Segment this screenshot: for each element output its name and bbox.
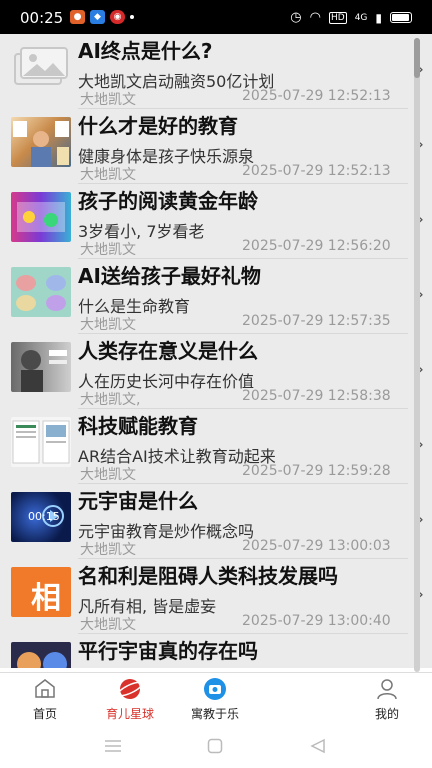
list-item[interactable]: 平行宇宙真的存在吗 bbox=[0, 634, 408, 668]
article-title: 平行宇宙真的存在吗 bbox=[78, 639, 258, 663]
tab-parenting-planet[interactable]: 育儿星球 bbox=[85, 673, 175, 725]
article-author: 大地凯文, bbox=[80, 392, 141, 408]
tab-mine[interactable]: 我的 bbox=[342, 673, 432, 725]
article-author: 大地凯文 bbox=[80, 317, 136, 333]
article-date: 2025-07-29 13:00:03 bbox=[242, 538, 391, 554]
user-icon bbox=[375, 677, 399, 705]
article-author: 大地凯文 bbox=[80, 92, 136, 108]
article-date: 2025-07-29 12:52:13 bbox=[242, 88, 391, 104]
more-notifications-dot bbox=[130, 15, 134, 19]
article-list[interactable]: AI终点是什么? 大地凯文启动融资50亿计划 大地凯文 2025-07-29 1… bbox=[0, 34, 432, 668]
app-notification-icon: ● bbox=[70, 10, 85, 24]
list-item[interactable]: 什么才是好的教育 健康身体是孩子快乐源泉 大地凯文 2025-07-29 12:… bbox=[0, 109, 424, 184]
tab-label: 寓教于乐 bbox=[190, 707, 239, 721]
status-time: 00:25 bbox=[20, 9, 64, 27]
article-thumbnail bbox=[11, 417, 71, 467]
article-thumbnail: 相 bbox=[11, 567, 71, 617]
wifi-icon: ◠ bbox=[309, 10, 321, 25]
list-item[interactable]: 00:15 元宇宙是什么 元宇宙教育是炒作概念吗 大地凯文 2025-07-29… bbox=[0, 484, 424, 559]
menu-icon[interactable] bbox=[104, 738, 122, 757]
tab-label: 育儿星球 bbox=[105, 707, 154, 721]
article-date: 2025-07-29 12:57:35 bbox=[242, 313, 391, 329]
article-thumbnail bbox=[11, 117, 71, 167]
signal-icon: ▮ bbox=[375, 10, 382, 25]
video-thumbnail: 00:15 bbox=[11, 492, 71, 542]
placeholder-image-icon bbox=[11, 42, 71, 92]
list-item[interactable]: 相 名和利是阻碍人类科技发展吗 凡所有相, 皆是虚妄 大地凯文 2025-07-… bbox=[0, 559, 424, 634]
article-author: 大地凯文 bbox=[80, 167, 136, 183]
tab-label: 我的 bbox=[374, 707, 399, 721]
list-item[interactable]: AI送给孩子最好礼物 什么是生命教育 大地凯文 2025-07-29 12:57… bbox=[0, 259, 424, 334]
article-author: 大地凯文 bbox=[80, 617, 136, 633]
article-title: 什么才是好的教育 bbox=[78, 114, 238, 138]
notification-icons: ● ◆ ◉ bbox=[70, 10, 134, 24]
article-thumbnail bbox=[11, 342, 71, 392]
list-item[interactable]: 人类存在意义是什么 人在历史长河中存在价值 大地凯文, 2025-07-29 1… bbox=[0, 334, 424, 409]
tab-edutainment[interactable]: 寓教于乐 bbox=[170, 673, 260, 725]
scrollbar-track[interactable] bbox=[414, 38, 420, 672]
article-title: 孩子的阅读黄金年龄 bbox=[78, 189, 258, 213]
camera-icon bbox=[203, 677, 227, 705]
list-item[interactable]: AI终点是什么? 大地凯文启动融资50亿计划 大地凯文 2025-07-29 1… bbox=[0, 34, 424, 109]
article-date: 2025-07-29 12:52:13 bbox=[242, 163, 391, 179]
article-title: AI送给孩子最好礼物 bbox=[78, 264, 261, 288]
list-item[interactable]: 孩子的阅读黄金年龄 3岁看小, 7岁看老 大地凯文 2025-07-29 12:… bbox=[0, 184, 424, 259]
scrollbar-thumb[interactable] bbox=[414, 38, 420, 78]
article-author: 大地凯文 bbox=[80, 467, 136, 483]
article-thumbnail bbox=[11, 642, 71, 668]
system-nav-bar bbox=[0, 724, 432, 768]
article-thumbnail bbox=[11, 267, 71, 317]
battery-icon bbox=[390, 12, 412, 23]
alarm-icon: ◷ bbox=[290, 10, 302, 25]
video-duration: 00:15 bbox=[28, 510, 60, 523]
article-date: 2025-07-29 12:58:38 bbox=[242, 388, 391, 404]
article-date: 2025-07-29 13:00:40 bbox=[242, 613, 391, 629]
calligraphy-char: 相 bbox=[31, 581, 61, 616]
status-bar: 00:25 ● ◆ ◉ ◷ ◠ HD 4G ▮ bbox=[0, 0, 432, 34]
planet-icon bbox=[117, 677, 143, 705]
network-4g-label: 4G bbox=[354, 12, 368, 23]
article-author: 大地凯文 bbox=[80, 542, 136, 558]
hd-badge: HD bbox=[328, 11, 347, 24]
article-title: 元宇宙是什么 bbox=[78, 489, 198, 513]
tab-label: 首页 bbox=[32, 707, 57, 721]
system-status-icons: ◷ ◠ HD 4G ▮ bbox=[290, 10, 412, 25]
tab-home[interactable]: 首页 bbox=[0, 673, 90, 725]
weibo-notification-icon: ◉ bbox=[110, 10, 125, 24]
message-notification-icon: ◆ bbox=[90, 10, 105, 24]
article-title: 科技赋能教育 bbox=[78, 414, 198, 438]
bottom-tab-bar: 首页 育儿星球 寓教于乐 我的 bbox=[0, 672, 432, 725]
article-title: 人类存在意义是什么 bbox=[78, 339, 258, 363]
back-icon[interactable] bbox=[310, 738, 326, 758]
home-icon bbox=[33, 677, 57, 703]
home-button-icon[interactable] bbox=[207, 738, 223, 758]
article-thumbnail bbox=[11, 192, 71, 242]
article-author: 大地凯文 bbox=[80, 242, 136, 258]
list-item[interactable]: 科技赋能教育 AR结合AI技术让教育动起来 大地凯文 2025-07-29 12… bbox=[0, 409, 424, 484]
article-title: 名和利是阻碍人类科技发展吗 bbox=[78, 564, 338, 588]
article-title: AI终点是什么? bbox=[78, 39, 213, 63]
article-date: 2025-07-29 12:56:20 bbox=[242, 238, 391, 254]
article-date: 2025-07-29 12:59:28 bbox=[242, 463, 391, 479]
